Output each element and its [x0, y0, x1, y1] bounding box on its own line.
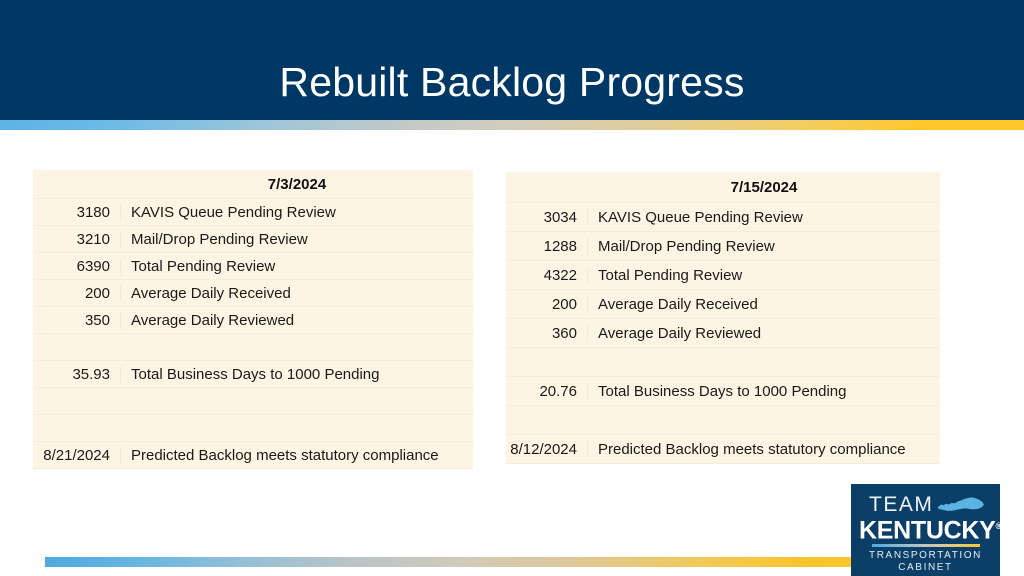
table-header-row: 7/3/2024: [33, 170, 473, 199]
registered-trademark-icon: ®: [995, 521, 1001, 531]
table-cell-label: Total Business Days to 1000 Pending: [598, 382, 847, 400]
logo-subtitle-line2: CABINET: [898, 562, 953, 573]
logo-kentucky-text: KENTUCKY®: [859, 513, 1000, 543]
logo-subtitle-line1: TRANSPORTATION: [869, 550, 982, 561]
table-row: 3180 KAVIS Queue Pending Review: [33, 199, 473, 226]
table-cell-label: Total Pending Review: [131, 257, 276, 275]
header-accent-rule: [0, 120, 1024, 130]
table-row: 200 Average Daily Received: [33, 280, 473, 307]
table-cell-label: Average Daily Received: [598, 295, 758, 313]
page-title: Rebuilt Backlog Progress: [279, 59, 745, 105]
table-spacer-row: [33, 388, 473, 415]
table-cell-label: KAVIS Queue Pending Review: [598, 208, 803, 226]
table-row: 200 Average Daily Received: [506, 290, 940, 319]
backlog-table-july-15: 7/15/2024 3034 KAVIS Queue Pending Review 1…: [506, 172, 940, 464]
table-row: 4322 Total Pending Review: [506, 261, 940, 290]
table-cell-value: 8/21/2024: [33, 446, 121, 464]
table-row: 8/21/2024 Predicted Backlog meets statuto…: [33, 442, 473, 469]
table-cell-value: 200: [33, 284, 121, 302]
table-cell-label: Mail/Drop Pending Review: [598, 237, 775, 255]
logo-accent-rule: [872, 544, 980, 547]
table-spacer-row: [33, 334, 473, 361]
table-cell-label: Average Daily Reviewed: [131, 311, 295, 329]
table-date-header: 7/15/2024: [730, 178, 798, 196]
table-cell-label: Total Pending Review: [598, 266, 743, 284]
table-row: 360 Average Daily Reviewed: [506, 319, 940, 348]
table-cell-value: 360: [506, 324, 588, 342]
logo-team-text: TEAM: [869, 493, 934, 516]
table-cell-value: 8/12/2024: [506, 440, 588, 458]
table-row: 1288 Mail/Drop Pending Review: [506, 232, 940, 261]
table-cell-label: Predicted Backlog meets statutory compli…: [598, 440, 906, 458]
table-date-header: 7/3/2024: [267, 175, 327, 193]
table-cell-value: 3210: [33, 230, 121, 248]
table-cell-value: 20.76: [506, 382, 588, 400]
table-cell-label: Mail/Drop Pending Review: [131, 230, 308, 248]
table-row: 35.93 Total Business Days to 1000 Pending: [33, 361, 473, 388]
table-cell-value: 3034: [506, 208, 588, 226]
table-row: 8/12/2024 Predicted Backlog meets statuto…: [506, 435, 940, 464]
table-cell-value: 350: [33, 311, 121, 329]
table-cell-label: KAVIS Queue Pending Review: [131, 203, 336, 221]
table-spacer-row: [506, 348, 940, 377]
logo-kentucky-word: KENTUCKY: [859, 516, 996, 545]
table-row: 20.76 Total Business Days to 1000 Pending: [506, 377, 940, 406]
table-cell-value: 35.93: [33, 365, 121, 383]
table-cell-value: 1288: [506, 237, 588, 255]
table-header-row: 7/15/2024: [506, 172, 940, 203]
table-cell-label: Predicted Backlog meets statutory compli…: [131, 446, 439, 464]
table-cell-label: Average Daily Received: [131, 284, 291, 302]
table-row: 3210 Mail/Drop Pending Review: [33, 226, 473, 253]
table-cell-value: 4322: [506, 266, 588, 284]
table-spacer-row: [506, 406, 940, 435]
table-spacer-row: [33, 415, 473, 442]
team-kentucky-transportation-cabinet-logo: TEAM KENTUCKY® TRANSPORTATION CABINET: [851, 484, 1000, 576]
backlog-table-july-3: 7/3/2024 3180 KAVIS Queue Pending Review 32…: [33, 170, 473, 469]
slide: Rebuilt Backlog Progress 7/3/2024 3180 KAV…: [0, 0, 1024, 576]
table-cell-value: 6390: [33, 257, 121, 275]
kentucky-state-shape-icon: [937, 495, 985, 514]
table-cell-value: 200: [506, 295, 588, 313]
footer-accent-rule: [45, 557, 867, 567]
table-cell-label: Average Daily Reviewed: [598, 324, 762, 342]
table-row: 6390 Total Pending Review: [33, 253, 473, 280]
table-cell-value: 3180: [33, 203, 121, 221]
table-row: 350 Average Daily Reviewed: [33, 307, 473, 334]
table-row: 3034 KAVIS Queue Pending Review: [506, 203, 940, 232]
table-cell-label: Total Business Days to 1000 Pending: [131, 365, 380, 383]
